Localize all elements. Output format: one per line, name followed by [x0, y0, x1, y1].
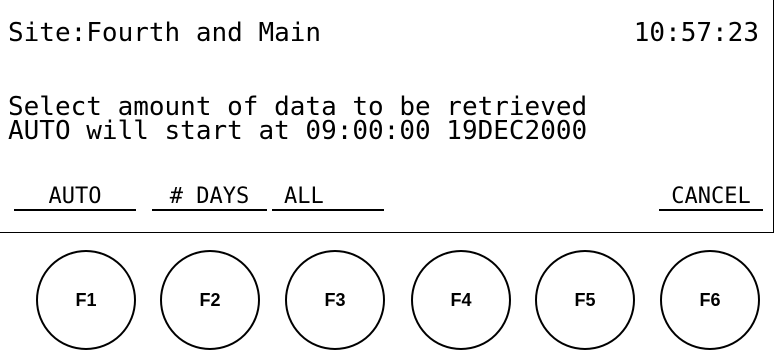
- f2-button[interactable]: F2: [160, 250, 260, 350]
- softkey-cancel[interactable]: CANCEL: [659, 185, 763, 211]
- lcd-screen: Site:Fourth and Main 10:57:23 Select amo…: [0, 0, 774, 233]
- f4-button[interactable]: F4: [411, 250, 511, 350]
- softkey-days[interactable]: # DAYS: [152, 185, 267, 211]
- f6-button[interactable]: F6: [660, 250, 760, 350]
- softkey-auto[interactable]: AUTO: [14, 185, 136, 211]
- clock: 10:57:23: [633, 18, 759, 48]
- softkey-all[interactable]: ALL: [272, 185, 384, 211]
- f3-button[interactable]: F3: [285, 250, 385, 350]
- instruction-line-2: AUTO will start at 09:00:00 19DEC2000: [8, 116, 588, 146]
- f5-button[interactable]: F5: [535, 250, 635, 350]
- site-label: Site:Fourth and Main: [8, 18, 322, 48]
- f1-button[interactable]: F1: [36, 250, 136, 350]
